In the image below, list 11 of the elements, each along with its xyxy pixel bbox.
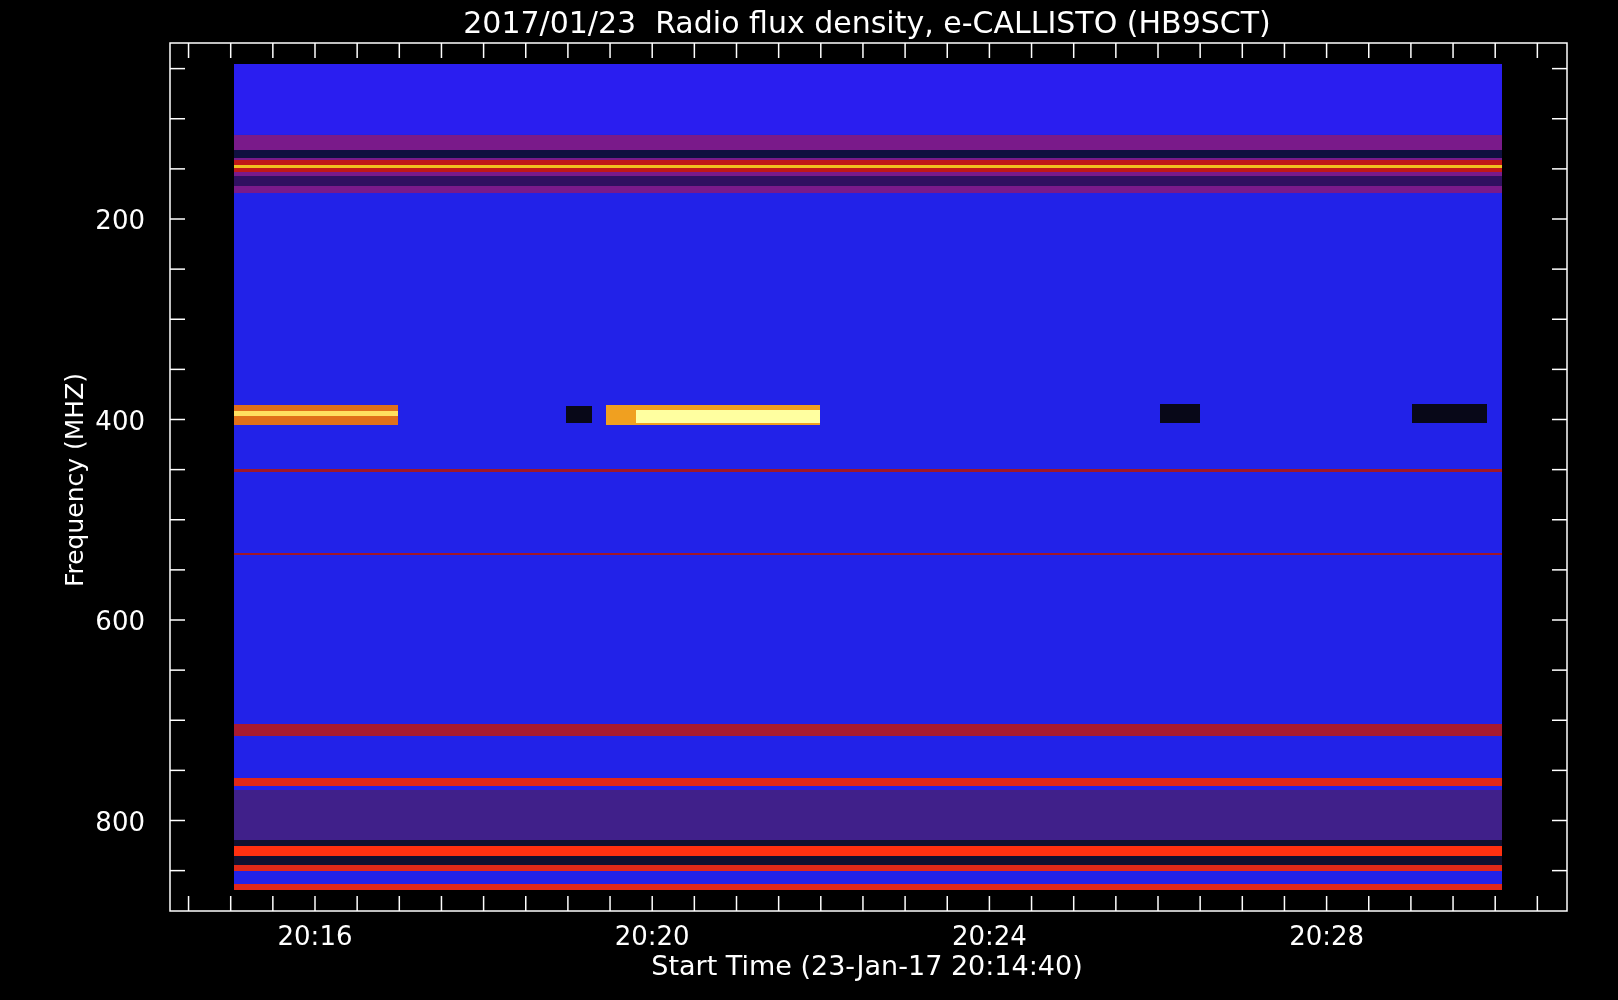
y-tick-label: 800 — [95, 806, 145, 837]
x-tick-label: 20:16 — [277, 921, 353, 951]
y-tick-label: 600 — [95, 606, 145, 636]
x-tick-label: 20:20 — [614, 921, 690, 951]
y-tick-label: 400 — [95, 405, 145, 436]
x-tick-label: 20:28 — [1289, 921, 1365, 951]
y-axis-title: Frequency (MHZ) — [60, 372, 89, 588]
x-tick-label: 20:24 — [951, 921, 1027, 951]
chart-title: 2017/01/23 Radio flux density, e-CALLISTO (HB9SCT) — [463, 5, 1271, 40]
x-axis-title: Start Time (23-Jan-17 20:14:40) — [651, 950, 1083, 981]
y-tick-label: 200 — [95, 205, 145, 235]
